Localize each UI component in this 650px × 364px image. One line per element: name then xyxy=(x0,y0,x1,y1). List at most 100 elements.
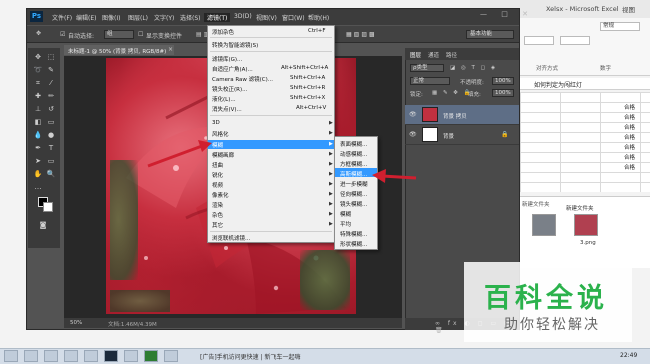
quick-mask-icon[interactable]: ◙ xyxy=(38,220,48,230)
menu-file[interactable]: 文件(F) xyxy=(52,13,72,22)
gradient-tool-icon[interactable]: ▭ xyxy=(46,117,56,127)
layer-kind-filter[interactable]: ρ类型 xyxy=(410,64,444,72)
eye-icon[interactable]: 👁 xyxy=(409,131,417,138)
move-tool-icon[interactable]: ✥ xyxy=(36,30,41,37)
crop-tool-icon[interactable]: ⌗ xyxy=(33,78,43,88)
file-name[interactable]: 3.png xyxy=(580,240,596,246)
menu-item-blur[interactable]: 模糊 xyxy=(212,141,223,149)
clone-stamp-tool-icon[interactable]: ⊥ xyxy=(33,104,43,114)
menu-item-render[interactable]: 渲染 xyxy=(212,201,223,209)
distribute-buttons[interactable]: ▦▧▨▩ xyxy=(346,31,377,38)
layer-name[interactable]: 背景 拷贝 xyxy=(443,112,467,120)
menu-item-browse-online[interactable]: 浏览联机滤镜... xyxy=(212,234,250,242)
submenu-item-surface-blur[interactable]: 表面模糊... xyxy=(340,140,367,148)
brush-tool-icon[interactable]: ✏ xyxy=(46,91,56,101)
submenu-item-motion-blur[interactable]: 动感模糊... xyxy=(340,150,367,158)
taskbar-clock[interactable]: 22:49 xyxy=(620,352,637,359)
menu-item-blur-gallery[interactable]: 模糊画廊 xyxy=(212,151,234,159)
background-color-swatch[interactable] xyxy=(43,202,53,212)
workspace-switcher[interactable]: 基本功能 xyxy=(466,30,514,39)
taskbar-app-button[interactable] xyxy=(84,350,98,362)
excel-cell[interactable]: 合格 xyxy=(624,153,635,161)
submenu-item-lens-blur[interactable]: 镜头模糊... xyxy=(340,200,367,208)
blur-tool-icon[interactable]: 💧 xyxy=(33,130,43,140)
menu-item-lens-correction[interactable]: 镜头校正(R)... xyxy=(212,85,247,93)
excel-cell[interactable]: 合格 xyxy=(624,103,635,111)
blend-mode-select[interactable]: 正常 xyxy=(410,77,450,85)
menu-edit[interactable]: 编辑(E) xyxy=(76,13,96,22)
menu-help[interactable]: 帮助(H) xyxy=(308,13,329,22)
taskbar-message[interactable]: [广告]手机访问更快速 | 新飞车一起嗨 xyxy=(200,352,301,361)
hand-tool-icon[interactable]: ✋ xyxy=(33,169,43,179)
zoom-level[interactable]: 50% xyxy=(70,320,82,326)
submenu-item-radial-blur[interactable]: 径向模糊... xyxy=(340,190,367,198)
menu-item-pixelate[interactable]: 像素化 xyxy=(212,191,229,199)
excel-size-box[interactable] xyxy=(560,36,590,45)
menu-item-last-filter[interactable]: 添加杂色 xyxy=(212,28,234,36)
excel-font-box[interactable] xyxy=(524,36,554,45)
tab-paths[interactable]: 路径 xyxy=(446,51,457,59)
submenu-item-gaussian-blur[interactable]: 高斯模糊... xyxy=(340,170,367,178)
healing-tool-icon[interactable]: ✚ xyxy=(33,91,43,101)
taskbar-app-button[interactable] xyxy=(44,350,58,362)
opacity-input[interactable]: 100% xyxy=(492,77,514,85)
document-tab[interactable]: 未标题-1 @ 50% (背景 拷贝, RGB/8#) xyxy=(64,45,174,55)
menu-item-adaptive-wide-angle[interactable]: 自适应广角(A)... xyxy=(212,65,253,73)
submenu-item-blur[interactable]: 模糊 xyxy=(340,210,351,218)
shape-tool-icon[interactable]: ▭ xyxy=(46,156,56,166)
file-name[interactable]: 新建文件夹 xyxy=(566,204,594,212)
menu-image[interactable]: 图像(I) xyxy=(102,13,120,22)
pen-tool-icon[interactable]: ✒ xyxy=(33,143,43,153)
submenu-item-shape-blur[interactable]: 形状模糊... xyxy=(340,240,367,248)
taskbar-app-button[interactable] xyxy=(164,350,178,362)
submenu-item-blur-more[interactable]: 进一步模糊 xyxy=(340,180,368,188)
menu-select[interactable]: 选择(S) xyxy=(180,13,201,22)
excel-cell[interactable]: 合格 xyxy=(624,123,635,131)
taskbar-photoshop-button[interactable] xyxy=(104,350,118,362)
excel-grid[interactable]: 合格 合格 合格 合格 合格 合格 合格 xyxy=(520,92,650,192)
menu-item-distort[interactable]: 扭曲 xyxy=(212,161,223,169)
menu-window[interactable]: 窗口(W) xyxy=(282,13,305,22)
menu-view[interactable]: 视图(V) xyxy=(256,13,277,22)
taskbar-app-button[interactable] xyxy=(24,350,38,362)
menu-3d[interactable]: 3D(D) xyxy=(234,13,252,20)
zoom-tool-icon[interactable]: 🔍 xyxy=(46,169,56,179)
menu-item-noise[interactable]: 杂色 xyxy=(212,211,223,219)
layer-filter-icons[interactable]: ◪ ◎ T ◻ ◈ xyxy=(450,65,497,71)
taskbar-app-button[interactable] xyxy=(64,350,78,362)
excel-view-tab[interactable]: 视图 xyxy=(622,4,635,14)
submenu-item-smart-blur[interactable]: 特殊模糊... xyxy=(340,230,367,238)
menu-item-smart-filter[interactable]: 转换为智能滤镜(S) xyxy=(212,41,258,49)
layer-row[interactable]: 👁 背景 🔒 xyxy=(405,125,519,145)
menu-item-sharpen[interactable]: 锐化 xyxy=(212,171,223,179)
taskbar-app-button[interactable] xyxy=(124,350,138,362)
eye-icon[interactable]: 👁 xyxy=(409,111,417,118)
menu-item-stylize[interactable]: 风格化 xyxy=(212,130,229,138)
excel-cell[interactable]: 合格 xyxy=(624,133,635,141)
excel-formula-bar[interactable]: 如何判定为闯红灯 xyxy=(520,78,650,90)
tab-channels[interactable]: 通道 xyxy=(428,51,439,59)
lock-icons[interactable]: ▦ ✎ ✥ 🔒 xyxy=(432,90,473,96)
excel-cell[interactable]: 合格 xyxy=(624,143,635,151)
file-thumbnail[interactable] xyxy=(532,214,556,236)
excel-number-format-box[interactable]: 常规 xyxy=(600,22,640,31)
tab-layers[interactable]: 图层 xyxy=(410,51,421,59)
menu-filter[interactable]: 滤镜(T) xyxy=(204,13,231,22)
show-transform-checkbox[interactable]: ☐ xyxy=(138,31,143,38)
menu-type[interactable]: 文字(Y) xyxy=(154,13,174,22)
lasso-tool-icon[interactable]: ➰ xyxy=(33,65,43,75)
menu-item-3d[interactable]: 3D xyxy=(212,120,220,126)
layer-name[interactable]: 背景 xyxy=(443,132,454,140)
start-button[interactable] xyxy=(4,350,18,362)
submenu-item-box-blur[interactable]: 方框模糊... xyxy=(340,160,367,168)
layer-row[interactable]: 👁 背景 拷贝 xyxy=(405,105,519,125)
type-tool-icon[interactable]: T xyxy=(46,143,56,153)
auto-select-checkbox[interactable]: ☑ xyxy=(60,31,65,38)
path-select-tool-icon[interactable]: ➤ xyxy=(33,156,43,166)
auto-select-dropdown[interactable]: 组 xyxy=(104,30,134,39)
excel-cell[interactable]: 合格 xyxy=(624,113,635,121)
menu-item-other[interactable]: 其它 xyxy=(212,221,223,229)
menu-item-liquify[interactable]: 液化(L)... xyxy=(212,95,236,103)
move-tool-icon[interactable]: ✥ xyxy=(33,52,43,62)
excel-cell[interactable]: 合格 xyxy=(624,163,635,171)
